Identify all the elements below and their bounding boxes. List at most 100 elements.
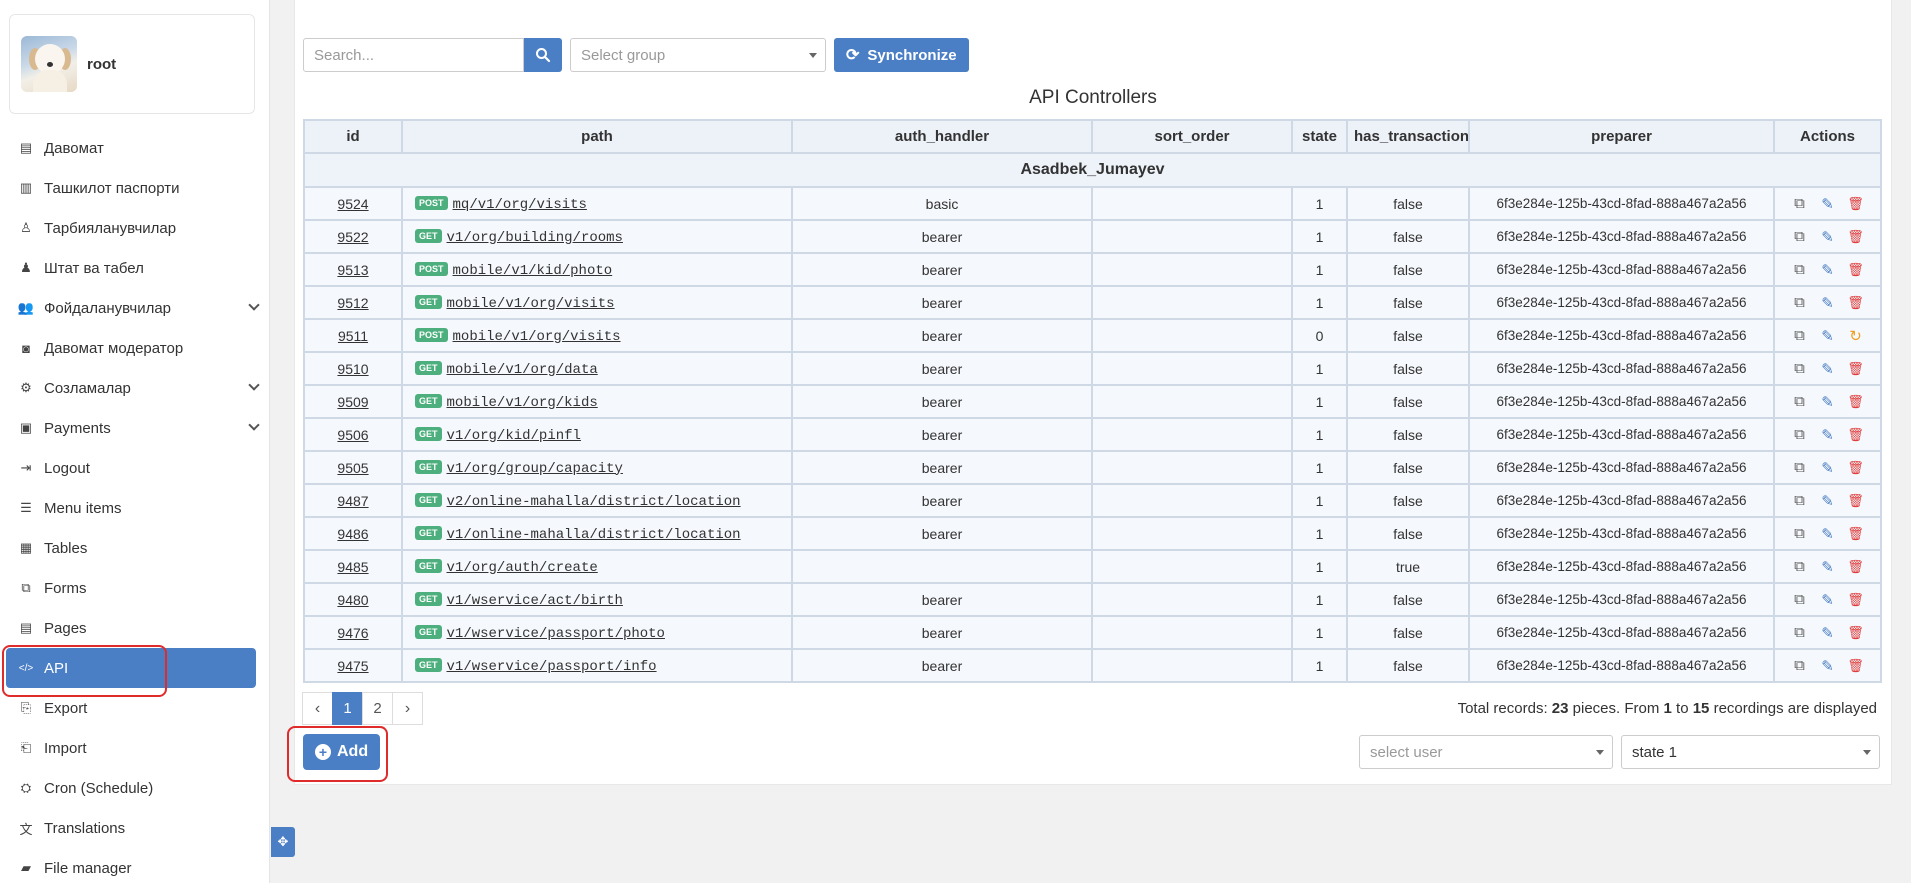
- column-header-preparer[interactable]: preparer: [1468, 119, 1775, 154]
- sidebar-item-ташкилот-паспорти[interactable]: ▥ Ташкилот паспорти: [0, 168, 270, 208]
- profile-card[interactable]: root: [9, 14, 255, 114]
- path-link[interactable]: mobile/v1/org/kids: [447, 395, 598, 411]
- trash-icon[interactable]: 🗑: [1847, 393, 1865, 411]
- trash-icon[interactable]: 🗑: [1847, 294, 1865, 312]
- sidebar-item-import[interactable]: ⎗ Import: [0, 728, 270, 768]
- copy-icon[interactable]: ⧉: [1791, 459, 1809, 477]
- edit-icon[interactable]: ✎: [1819, 459, 1837, 477]
- column-header-has_transaction[interactable]: has_transaction: [1346, 119, 1470, 154]
- edit-icon[interactable]: ✎: [1819, 426, 1837, 444]
- id-link[interactable]: 9505: [337, 460, 368, 476]
- edit-icon[interactable]: ✎: [1819, 294, 1837, 312]
- edit-icon[interactable]: ✎: [1819, 327, 1837, 345]
- path-link[interactable]: v2/online-mahalla/district/location: [447, 494, 741, 510]
- edit-icon[interactable]: ✎: [1819, 591, 1837, 609]
- column-header-state[interactable]: state: [1291, 119, 1348, 154]
- id-link[interactable]: 9486: [337, 526, 368, 542]
- path-link[interactable]: mobile/v1/org/data: [447, 362, 598, 378]
- column-header-auth_handler[interactable]: auth_handler: [791, 119, 1093, 154]
- trash-icon[interactable]: 🗑: [1847, 492, 1865, 510]
- trash-icon[interactable]: 🗑: [1847, 459, 1865, 477]
- trash-icon[interactable]: 🗑: [1847, 525, 1865, 543]
- page-2-button[interactable]: 2: [362, 692, 393, 725]
- column-header-actions[interactable]: Actions: [1773, 119, 1882, 154]
- edit-icon[interactable]: ✎: [1819, 558, 1837, 576]
- id-link[interactable]: 9480: [337, 592, 368, 608]
- trash-icon[interactable]: 🗑: [1847, 657, 1865, 675]
- copy-icon[interactable]: ⧉: [1791, 360, 1809, 378]
- trash-icon[interactable]: 🗑: [1847, 426, 1865, 444]
- sidebar-item-translations[interactable]: 文 Translations: [0, 808, 270, 848]
- id-link[interactable]: 9487: [337, 493, 368, 509]
- edit-icon[interactable]: ✎: [1819, 525, 1837, 543]
- copy-icon[interactable]: ⧉: [1791, 228, 1809, 246]
- copy-icon[interactable]: ⧉: [1791, 393, 1809, 411]
- path-link[interactable]: v1/org/auth/create: [447, 560, 598, 576]
- column-header-path[interactable]: path: [401, 119, 793, 154]
- edit-icon[interactable]: ✎: [1819, 657, 1837, 675]
- chevron-down-icon[interactable]: [248, 299, 260, 311]
- column-header-sort_order[interactable]: sort_order: [1091, 119, 1293, 154]
- next-page-button[interactable]: ›: [392, 692, 423, 725]
- trash-icon[interactable]: 🗑: [1847, 261, 1865, 279]
- page-1-button[interactable]: 1: [332, 692, 363, 725]
- id-link[interactable]: 9475: [337, 658, 368, 674]
- trash-icon[interactable]: 🗑: [1847, 360, 1865, 378]
- path-link[interactable]: mobile/v1/org/visits: [447, 296, 615, 312]
- copy-icon[interactable]: ⧉: [1791, 624, 1809, 642]
- copy-icon[interactable]: ⧉: [1791, 558, 1809, 576]
- id-link[interactable]: 9522: [337, 229, 368, 245]
- sidebar-item-pages[interactable]: ▤ Pages: [0, 608, 270, 648]
- restore-icon[interactable]: ↻: [1847, 327, 1865, 345]
- sidebar-item-logout[interactable]: ⇥ Logout: [0, 448, 270, 488]
- path-link[interactable]: v1/wservice/passport/photo: [447, 626, 665, 642]
- id-link[interactable]: 9513: [337, 262, 368, 278]
- id-link[interactable]: 9485: [337, 559, 368, 575]
- copy-icon[interactable]: ⧉: [1791, 492, 1809, 510]
- sidebar-item-file-manager[interactable]: ▰ File manager: [0, 848, 270, 883]
- path-link[interactable]: v1/online-mahalla/district/location: [447, 527, 741, 543]
- sidebar-item-штат-ва-табел[interactable]: ♟ Штат ва табел: [0, 248, 270, 288]
- search-input[interactable]: [303, 38, 524, 72]
- copy-icon[interactable]: ⧉: [1791, 294, 1809, 312]
- edit-icon[interactable]: ✎: [1819, 195, 1837, 213]
- column-header-id[interactable]: id: [303, 119, 403, 154]
- sidebar-item-payments[interactable]: ▣ Payments: [0, 408, 270, 448]
- trash-icon[interactable]: 🗑: [1847, 228, 1865, 246]
- copy-icon[interactable]: ⧉: [1791, 327, 1809, 345]
- path-link[interactable]: mobile/v1/org/visits: [453, 329, 621, 345]
- chevron-down-icon[interactable]: [248, 419, 260, 431]
- id-link[interactable]: 9524: [337, 196, 368, 212]
- edit-icon[interactable]: ✎: [1819, 492, 1837, 510]
- trash-icon[interactable]: 🗑: [1847, 195, 1865, 213]
- id-link[interactable]: 9476: [337, 625, 368, 641]
- edit-icon[interactable]: ✎: [1819, 228, 1837, 246]
- trash-icon[interactable]: 🗑: [1847, 624, 1865, 642]
- user-select[interactable]: select user: [1359, 735, 1613, 769]
- sidebar-item-тарбияланувчилар[interactable]: ♙ Тарбияланувчилар: [0, 208, 270, 248]
- copy-icon[interactable]: ⧉: [1791, 426, 1809, 444]
- path-link[interactable]: v1/org/building/rooms: [447, 230, 623, 246]
- copy-icon[interactable]: ⧉: [1791, 195, 1809, 213]
- prev-page-button[interactable]: ‹: [302, 692, 333, 725]
- sidebar-item-созламалар[interactable]: ⚙ Созламалар: [0, 368, 270, 408]
- path-link[interactable]: v1/wservice/passport/info: [447, 659, 657, 675]
- path-link[interactable]: v1/org/kid/pinfl: [447, 428, 581, 444]
- id-link[interactable]: 9510: [337, 361, 368, 377]
- group-select[interactable]: Select group: [570, 38, 826, 72]
- copy-icon[interactable]: ⧉: [1791, 261, 1809, 279]
- copy-icon[interactable]: ⧉: [1791, 657, 1809, 675]
- id-link[interactable]: 9512: [337, 295, 368, 311]
- sidebar-item-forms[interactable]: ⧉ Forms: [0, 568, 270, 608]
- move-icon[interactable]: ✥: [271, 827, 295, 857]
- sidebar-item-давомат[interactable]: ▤ Давомат: [0, 128, 270, 168]
- path-link[interactable]: v1/wservice/act/birth: [447, 593, 623, 609]
- path-link[interactable]: v1/org/group/capacity: [447, 461, 623, 477]
- edit-icon[interactable]: ✎: [1819, 393, 1837, 411]
- search-button[interactable]: [524, 38, 562, 72]
- chevron-down-icon[interactable]: [248, 379, 260, 391]
- path-link[interactable]: mobile/v1/kid/photo: [453, 263, 613, 279]
- path-link[interactable]: mq/v1/org/visits: [453, 197, 587, 213]
- state-select[interactable]: state 1: [1621, 735, 1880, 769]
- copy-icon[interactable]: ⧉: [1791, 525, 1809, 543]
